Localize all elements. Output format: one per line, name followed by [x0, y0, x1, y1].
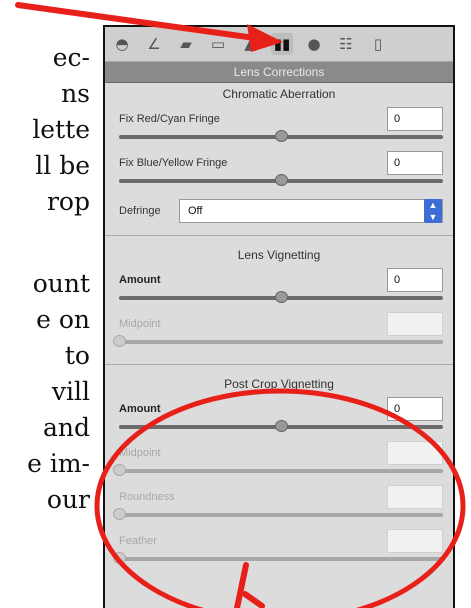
book-line: vill: [51, 377, 90, 406]
post-crop-midpoint-label: Midpoint: [119, 447, 161, 459]
vignetting-midpoint-input: [387, 312, 443, 336]
lens-vignetting-section: Lens Vignetting Amount 0 Midpoint: [105, 244, 453, 365]
aperture-icon[interactable]: ◓: [111, 33, 133, 55]
slider-thumb: [113, 508, 126, 520]
slider-thumb: [113, 464, 126, 476]
post-crop-roundness-control: Roundness: [105, 483, 453, 527]
book-line: ec-: [52, 43, 90, 72]
book-line: to: [64, 341, 90, 370]
post-crop-vignetting-section: Post Crop Vignetting Amount 0 Midpoint R…: [105, 373, 453, 571]
red-cyan-fringe-control: Fix Red/Cyan Fringe 0: [105, 105, 453, 149]
hsl-icon[interactable]: ▰: [175, 33, 197, 55]
slider-thumb: [113, 552, 126, 564]
post-crop-midpoint-control: Midpoint: [105, 439, 453, 483]
book-line: ount: [32, 269, 90, 298]
slider-thumb[interactable]: [275, 420, 288, 432]
post-crop-feather-slider: [113, 552, 443, 564]
book-line: ll be: [35, 151, 90, 180]
lens-corrections-icon[interactable]: ▮▮: [271, 33, 293, 55]
post-crop-feather-input: [387, 529, 443, 553]
post-crop-roundness-label: Roundness: [119, 491, 175, 503]
vignetting-amount-slider[interactable]: [119, 291, 443, 303]
section-heading: Post Crop Vignetting: [224, 377, 334, 391]
book-line: our: [46, 485, 90, 514]
book-line: ns: [61, 79, 90, 108]
section-heading: Chromatic Aberration: [222, 87, 336, 101]
post-crop-amount-control: Amount 0: [105, 395, 453, 439]
post-crop-roundness-input: [387, 485, 443, 509]
vignetting-midpoint-slider: [113, 335, 443, 347]
presets-icon[interactable]: ☷: [335, 33, 357, 55]
up-down-arrows-icon: ▲ ▼: [424, 199, 442, 223]
vignetting-amount-input[interactable]: 0: [387, 268, 443, 292]
blue-yellow-fringe-input[interactable]: 0: [387, 151, 443, 175]
book-line: e on: [36, 305, 90, 334]
post-crop-roundness-slider: [113, 508, 443, 520]
vignetting-amount-control: Amount 0: [105, 266, 453, 310]
red-cyan-fringe-slider[interactable]: [119, 130, 443, 142]
post-crop-midpoint-input: [387, 441, 443, 465]
red-cyan-fringe-label: Fix Red/Cyan Fringe: [119, 113, 220, 125]
camera-calibration-icon[interactable]: ●: [303, 33, 325, 55]
post-crop-amount-label: Amount: [119, 403, 161, 415]
lens-corrections-panel: ◓ ∠ ▰ ▭ ▲ ▮▮ ● ☷ ▯ Lens Corrections Chromatic Ab…: [103, 25, 455, 608]
defringe-control: Defringe Off ▲ ▼: [105, 193, 453, 235]
slider-thumb[interactable]: [275, 174, 288, 186]
slider-thumb[interactable]: [275, 130, 288, 142]
post-crop-feather-control: Feather: [105, 527, 453, 571]
post-crop-feather-label: Feather: [119, 535, 157, 547]
snapshot-icon[interactable]: ▯: [367, 33, 389, 55]
detail-icon[interactable]: ▲: [239, 33, 261, 55]
curve-icon[interactable]: ∠: [143, 33, 165, 55]
panel-toolbar: ◓ ∠ ▰ ▭ ▲ ▮▮ ● ☷ ▯: [105, 27, 453, 62]
vignetting-midpoint-label: Midpoint: [119, 318, 161, 330]
book-line: lette: [32, 115, 90, 144]
post-crop-amount-slider[interactable]: [119, 420, 443, 432]
red-cyan-fringe-input[interactable]: 0: [387, 107, 443, 131]
post-crop-amount-input[interactable]: 0: [387, 397, 443, 421]
defringe-label: Defringe: [119, 205, 161, 217]
blue-yellow-fringe-label: Fix Blue/Yellow Fringe: [119, 157, 228, 169]
defringe-select[interactable]: Off ▲ ▼: [179, 199, 443, 223]
split-tone-icon[interactable]: ▭: [207, 33, 229, 55]
book-line: rop: [46, 187, 90, 216]
slider-thumb: [113, 335, 126, 347]
panel-title: Lens Corrections: [105, 62, 453, 83]
vignetting-amount-label: Amount: [119, 274, 161, 286]
book-line: and: [42, 413, 90, 442]
slider-thumb[interactable]: [275, 291, 288, 303]
chromatic-aberration-section: Chromatic Aberration Fix Red/Cyan Fringe…: [105, 83, 453, 236]
post-crop-midpoint-slider: [113, 464, 443, 476]
vignetting-midpoint-control: Midpoint: [105, 310, 453, 354]
defringe-selected-value: Off: [188, 205, 203, 217]
blue-yellow-fringe-control: Fix Blue/Yellow Fringe 0: [105, 149, 453, 193]
book-text: ec- ns lette ll be rop ount e on to vill…: [0, 40, 90, 518]
book-line: e im-: [27, 449, 90, 478]
blue-yellow-fringe-slider[interactable]: [119, 174, 443, 186]
section-heading: Lens Vignetting: [237, 248, 321, 262]
